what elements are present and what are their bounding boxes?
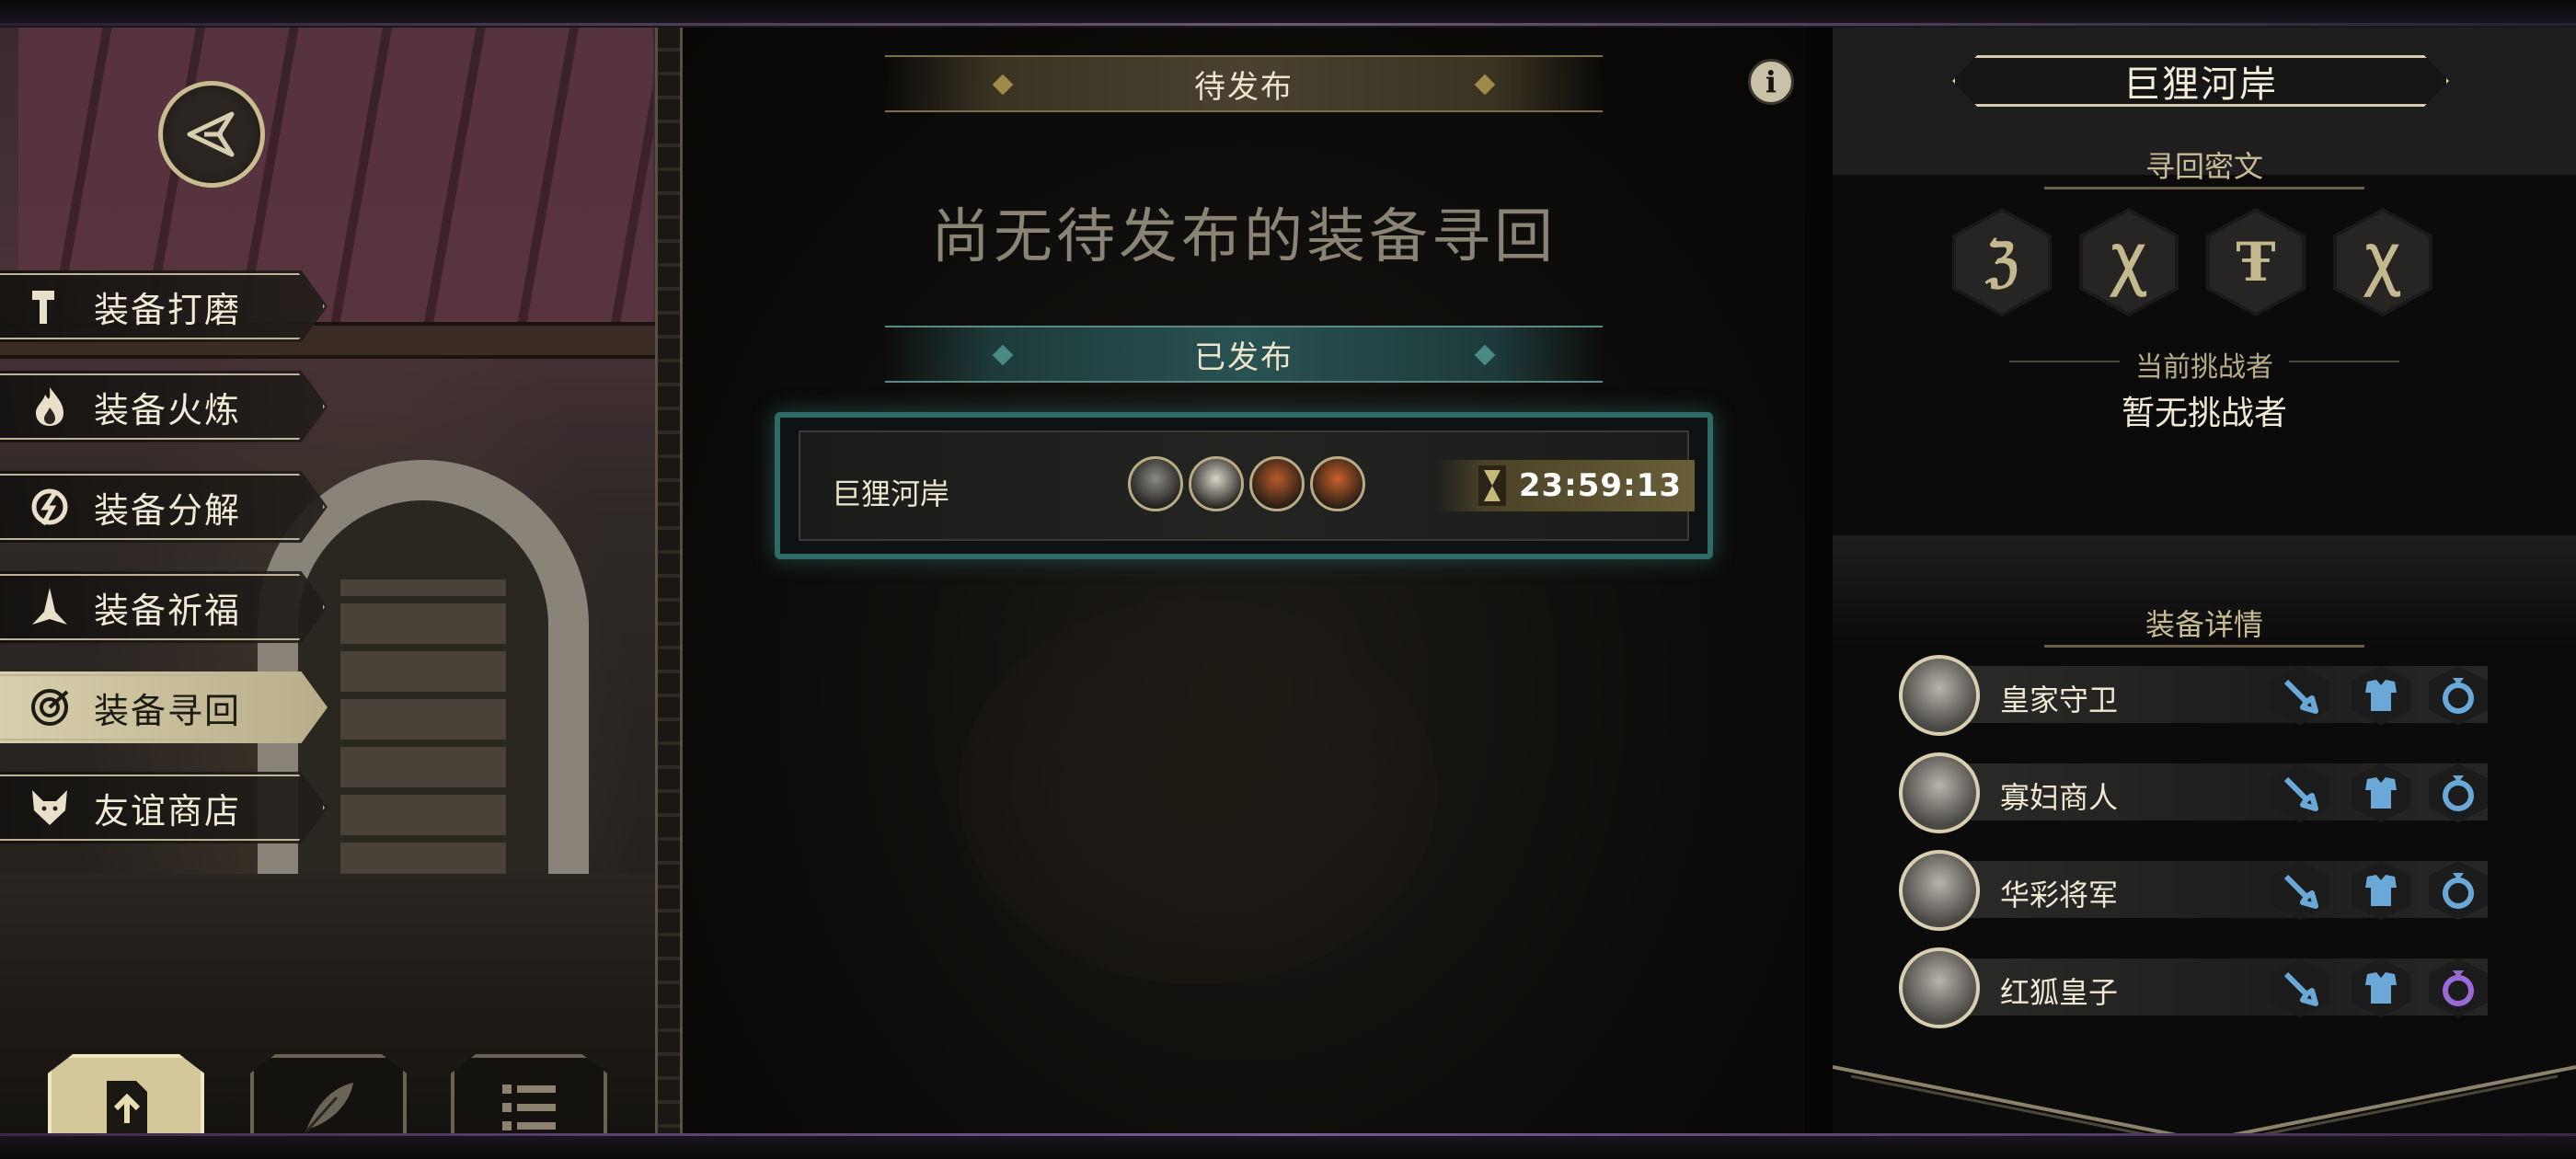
challenger-heading: 当前挑战者 (2135, 351, 2273, 384)
armor-icon (2365, 777, 2397, 809)
rune-slot: Ꭓ (2079, 208, 2179, 316)
ring-icon (2443, 873, 2474, 909)
left-panel: 装备打磨 装备火炼 装备分解 装备祈福 装备寻回 友谊商店 (0, 28, 655, 1133)
menu-item-polish[interactable]: 装备打磨 (0, 270, 328, 342)
hourglass-icon (1478, 465, 1506, 506)
quest-timer: 23:59:13 (1437, 460, 1695, 511)
forge-menu: 装备打磨 装备火炼 装备分解 装备祈福 装备寻回 友谊商店 (0, 270, 328, 872)
diamond-ornament (992, 74, 1014, 96)
back-button[interactable] (158, 81, 265, 188)
info-icon[interactable]: i (1748, 59, 1794, 105)
rune-glyph: Ŧ (2236, 231, 2276, 293)
rune-glyph: Ꭓ (2365, 233, 2400, 296)
top-frame (0, 0, 2576, 28)
character-portrait (1189, 456, 1244, 511)
rune-slot: Ꭓ (2333, 208, 2432, 316)
hammer-icon (22, 279, 77, 334)
equip-heading: 装备详情 (1833, 602, 2576, 648)
cipher-heading: 寻回密文 (1833, 143, 2576, 189)
equipment-set-name: 寡妇商人 (2000, 780, 2119, 815)
menu-label: 装备打磨 (94, 289, 242, 330)
sword-icon (2283, 776, 2318, 811)
background-characters (959, 598, 1437, 984)
location-title: 巨狸河岸 (2123, 63, 2278, 106)
pending-section-header: 待发布 (885, 55, 1603, 112)
armor-icon (2365, 875, 2397, 906)
published-quest-card[interactable]: 巨狸河岸 23:59:13 (775, 412, 1713, 559)
fox-icon (22, 780, 77, 835)
avatar (1899, 752, 1980, 833)
armor-icon (2365, 972, 2397, 1004)
panel-bottom-ornament (1833, 1065, 2576, 1133)
scene-door (340, 580, 506, 883)
quest-name: 巨狸河岸 (832, 476, 950, 511)
target-icon (22, 680, 77, 735)
pending-label: 待发布 (1194, 68, 1294, 106)
right-panel: 巨狸河岸 寻回密文 ℨ Ꭓ Ŧ Ꭓ 当前挑战者 暂无挑战者 装备详情 皇家守卫 … (1833, 28, 2576, 1133)
list-icon (502, 1084, 556, 1130)
panel-divider (655, 28, 683, 1133)
equipment-row[interactable]: 皇家守卫 (1899, 646, 2497, 743)
rune-glyph: ℨ (1985, 231, 2018, 293)
diamond-ornament (1474, 74, 1496, 96)
menu-label: 装备祈福 (94, 590, 242, 631)
menu-label: 装备火炼 (94, 389, 242, 430)
menu-label: 友谊商店 (94, 790, 242, 832)
character-portrait (1249, 456, 1305, 511)
menu-label: 装备寻回 (94, 690, 242, 731)
location-title-plate: 巨狸河岸 (1952, 55, 2449, 107)
diamond-ornament (992, 344, 1014, 366)
equipment-set-name: 皇家守卫 (2000, 683, 2119, 717)
menu-item-bless[interactable]: 装备祈福 (0, 571, 328, 643)
back-arrow-icon (187, 111, 235, 157)
upload-icon (107, 1081, 147, 1133)
quest-portraits (1128, 456, 1365, 511)
avatar (1899, 655, 1980, 736)
list-button[interactable] (451, 1054, 607, 1133)
published-label: 已发布 (1194, 339, 1294, 376)
armor-icon (2365, 680, 2397, 711)
sword-icon (2283, 874, 2318, 909)
ring-icon (2443, 970, 2474, 1006)
menu-item-disassemble[interactable]: 装备分解 (0, 471, 328, 543)
flame-icon (22, 379, 77, 434)
sword-icon (2283, 971, 2318, 1006)
upload-button[interactable] (48, 1054, 204, 1133)
pray-icon (22, 580, 77, 635)
center-panel: 待发布 尚无待发布的装备寻回 已发布 巨狸河岸 23:59:13 (683, 28, 1805, 1133)
feather-icon (304, 1083, 353, 1133)
menu-item-refine[interactable]: 装备火炼 (0, 371, 328, 442)
published-section-header: 已发布 (885, 326, 1603, 383)
rune-slot: ℨ (1952, 208, 2052, 316)
challenger-value: 暂无挑战者 (2121, 395, 2287, 432)
equipment-set-name: 红狐皇子 (2000, 975, 2119, 1010)
equipment-list: 皇家守卫 寡妇商人 华彩将军 红狐皇子 (1899, 646, 2497, 1036)
feather-button[interactable] (250, 1054, 407, 1133)
avatar (1899, 850, 1980, 931)
empty-pending-message: 尚无待发布的装备寻回 (931, 203, 1557, 271)
menu-item-retrieve[interactable]: 装备寻回 (0, 671, 328, 743)
sword-icon (2283, 679, 2318, 714)
rune-glyph: Ꭓ (2111, 233, 2146, 296)
timer-text: 23:59:13 (1518, 467, 1682, 504)
bottom-frame (0, 1133, 2576, 1159)
equipment-row[interactable]: 华彩将军 (1899, 841, 2497, 938)
disassemble-icon (22, 479, 77, 534)
character-portrait (1310, 456, 1365, 511)
character-portrait (1128, 456, 1183, 511)
ring-icon (2443, 775, 2474, 811)
equipment-set-name: 华彩将军 (2000, 878, 2119, 912)
diamond-ornament (1474, 344, 1496, 366)
rune-slot: Ŧ (2206, 208, 2306, 316)
cipher-runes: ℨ Ꭓ Ŧ Ꭓ (1952, 208, 2432, 316)
menu-label: 装备分解 (94, 489, 242, 531)
equipment-row[interactable]: 寡妇商人 (1899, 743, 2497, 841)
menu-item-friendship-shop[interactable]: 友谊商店 (0, 772, 328, 843)
ring-icon (2443, 678, 2474, 714)
